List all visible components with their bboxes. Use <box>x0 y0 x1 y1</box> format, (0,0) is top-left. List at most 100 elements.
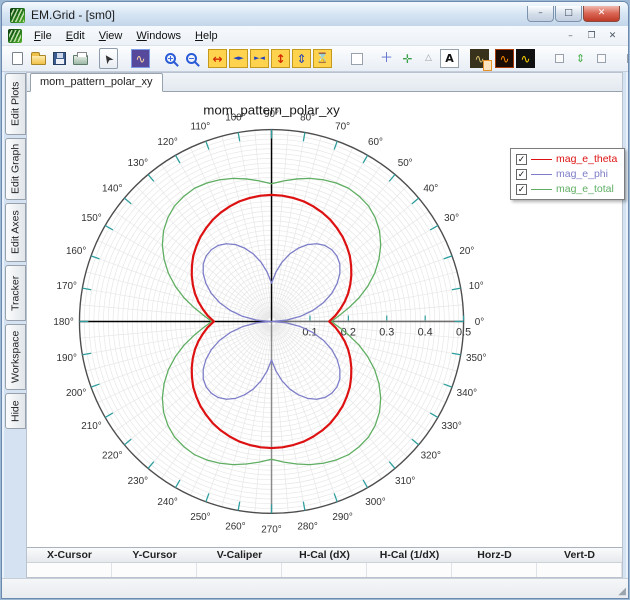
radial-label: 0.4 <box>418 326 433 338</box>
zoom-out-y-button[interactable]: ⇕ <box>292 49 311 68</box>
mdi-restore-button[interactable]: ❐ <box>582 29 601 43</box>
save-button[interactable] <box>50 49 69 68</box>
axes-marker-button[interactable]: ✛ <box>398 49 417 68</box>
angle-label: 310° <box>395 476 415 487</box>
angle-label: 250° <box>190 512 210 523</box>
angle-label: 30° <box>444 213 459 224</box>
fit-y-left-box[interactable] <box>550 49 569 68</box>
readout-value-cell <box>367 563 452 577</box>
radial-label: 0.3 <box>379 326 394 338</box>
angle-tick <box>451 287 461 291</box>
side-tab-edit-graph[interactable]: Edit Graph <box>5 138 26 200</box>
fit-x-left-box[interactable] <box>622 49 628 68</box>
side-tab-workspace[interactable]: Workspace <box>5 324 26 390</box>
zoom-in-y-button[interactable]: ⌛ <box>313 49 332 68</box>
plot-theme-dark-icon: ∿ <box>520 51 531 66</box>
plot-theme-red-button[interactable]: ∿ <box>495 49 514 68</box>
chart-title: mom_pattern_polar_xy <box>203 103 340 118</box>
snapshot-plot-button[interactable]: ∿ <box>470 49 492 71</box>
chart-legend: ✓ mag_e_theta ✓ mag_e_phi ✓ mag_e_total <box>510 148 626 200</box>
angle-label: 220° <box>102 450 122 461</box>
cross-marker-button[interactable]: ＋ <box>377 49 396 68</box>
side-tab-tracker[interactable]: Tracker <box>5 265 26 321</box>
angle-tick <box>451 352 461 356</box>
expand-x-button[interactable]: ↔ <box>208 49 227 68</box>
zoom-in-y-icon: ⌛ <box>316 52 329 64</box>
legend-line-sample-mag_e_total <box>531 188 552 190</box>
side-tab-hide[interactable]: Hide <box>5 393 26 429</box>
zoom-in-button[interactable]: + <box>161 49 180 68</box>
side-tab-strip: Edit Plots Edit Graph Edit Axes Tracker Work… <box>2 72 26 578</box>
angle-tick <box>82 287 92 291</box>
angle-tick <box>362 479 369 488</box>
fit-x-left-box-icon <box>627 54 628 63</box>
menu-view[interactable]: View <box>92 28 130 44</box>
window-maximize-button[interactable]: □ <box>555 5 582 22</box>
readout-header-row: X-Cursor Y-Cursor V-Caliper H-Cal (dX) H-Cal… <box>27 548 622 563</box>
angle-tick <box>302 501 306 511</box>
resize-grip-icon[interactable]: ◢ <box>618 586 626 597</box>
angle-label: 140° <box>102 183 122 194</box>
menu-help[interactable]: Help <box>188 28 225 44</box>
readout-header-horz-d: Horz-D <box>477 549 512 561</box>
expand-y-button[interactable]: ↕ <box>271 49 290 68</box>
readout-header-y-cursor: Y-Cursor <box>132 549 177 561</box>
zoom-out-button[interactable]: − <box>182 49 201 68</box>
snapshot-plot-icon: ∿ <box>474 51 485 66</box>
text-label-button[interactable]: A <box>440 49 459 68</box>
angle-label: 0° <box>475 317 484 328</box>
legend-label-mag_e_theta: mag_e_theta <box>556 153 618 165</box>
expand-x-icon: ↔ <box>212 51 223 66</box>
print-icon <box>73 52 88 65</box>
zoom-in-x-button[interactable]: ►◄ <box>250 49 269 68</box>
readout-value-cell <box>537 563 622 577</box>
readout-value-cell <box>197 563 282 577</box>
legend-checkbox-mag_e_theta[interactable]: ✓ <box>516 153 527 165</box>
angle-label: 350° <box>466 353 486 364</box>
angle-tick <box>104 224 114 231</box>
menu-windows[interactable]: Windows <box>129 28 188 44</box>
legend-checkbox-mag_e_phi[interactable]: ✓ <box>516 168 527 180</box>
fit-y-left-box-icon <box>555 54 564 63</box>
legend-line-sample-mag_e_theta <box>531 158 552 160</box>
readout-header-x-cursor: X-Cursor <box>47 549 92 561</box>
trace-tool-button[interactable]: ∿ <box>131 49 150 68</box>
window-minimize-button[interactable]: – <box>527 5 554 22</box>
menu-edit[interactable]: Edit <box>59 28 92 44</box>
mdi-close-button[interactable]: ✕ <box>603 29 622 43</box>
fit-y-icon: ⇕ <box>575 52 586 65</box>
zoom-out-x-icon: ◄► <box>233 54 244 62</box>
side-tab-edit-axes[interactable]: Edit Axes <box>5 203 26 262</box>
legend-row-mag_e_phi: ✓ mag_e_phi <box>516 168 617 180</box>
fit-y-right-box[interactable] <box>592 49 611 68</box>
tab-mom-pattern-polar-xy[interactable]: mom_pattern_polar_xy <box>30 73 163 92</box>
open-file-icon <box>31 52 46 65</box>
trace-tool-icon: ∿ <box>135 51 146 66</box>
angle-tick <box>174 479 181 488</box>
title-bar[interactable]: EM.Grid - [sm0] – □ ✕ <box>2 2 628 26</box>
polar-chart-area: 0° 10° 20° 30° 40° 50° 60° 70° 80° 90° 100° 110° 120… <box>27 92 626 547</box>
zoom-out-x-button[interactable]: ◄► <box>229 49 248 68</box>
text-label-icon: A <box>445 52 454 65</box>
angle-label: 260° <box>225 522 245 533</box>
readout-value-cell <box>27 563 112 577</box>
mdi-minimize-button[interactable]: – <box>561 29 580 43</box>
side-tab-edit-plots[interactable]: Edit Plots <box>5 73 26 135</box>
region-box-button[interactable] <box>347 49 366 68</box>
menu-file[interactable]: File <box>27 28 59 44</box>
legend-checkbox-mag_e_total[interactable]: ✓ <box>516 183 527 195</box>
triangle-marker-button[interactable]: △ <box>419 49 438 68</box>
cursor-readout-table: X-Cursor Y-Cursor V-Caliper H-Cal (dX) H-Cal… <box>27 547 622 577</box>
angle-label: 330° <box>441 421 461 432</box>
open-file-button[interactable] <box>29 49 48 68</box>
fit-y-button[interactable]: ⇕ <box>571 49 590 68</box>
plot-theme-dark-button[interactable]: ∿ <box>516 49 535 68</box>
app-logo-icon <box>10 7 25 23</box>
window-close-button[interactable]: ✕ <box>583 5 620 22</box>
mdi-child-icon[interactable] <box>8 28 22 43</box>
pointer-tool-button[interactable]: ➤ <box>99 48 118 69</box>
print-button[interactable] <box>71 49 90 68</box>
zoom-in-icon: + <box>165 53 176 64</box>
readout-value-row <box>27 563 622 577</box>
new-file-button[interactable] <box>8 49 27 68</box>
